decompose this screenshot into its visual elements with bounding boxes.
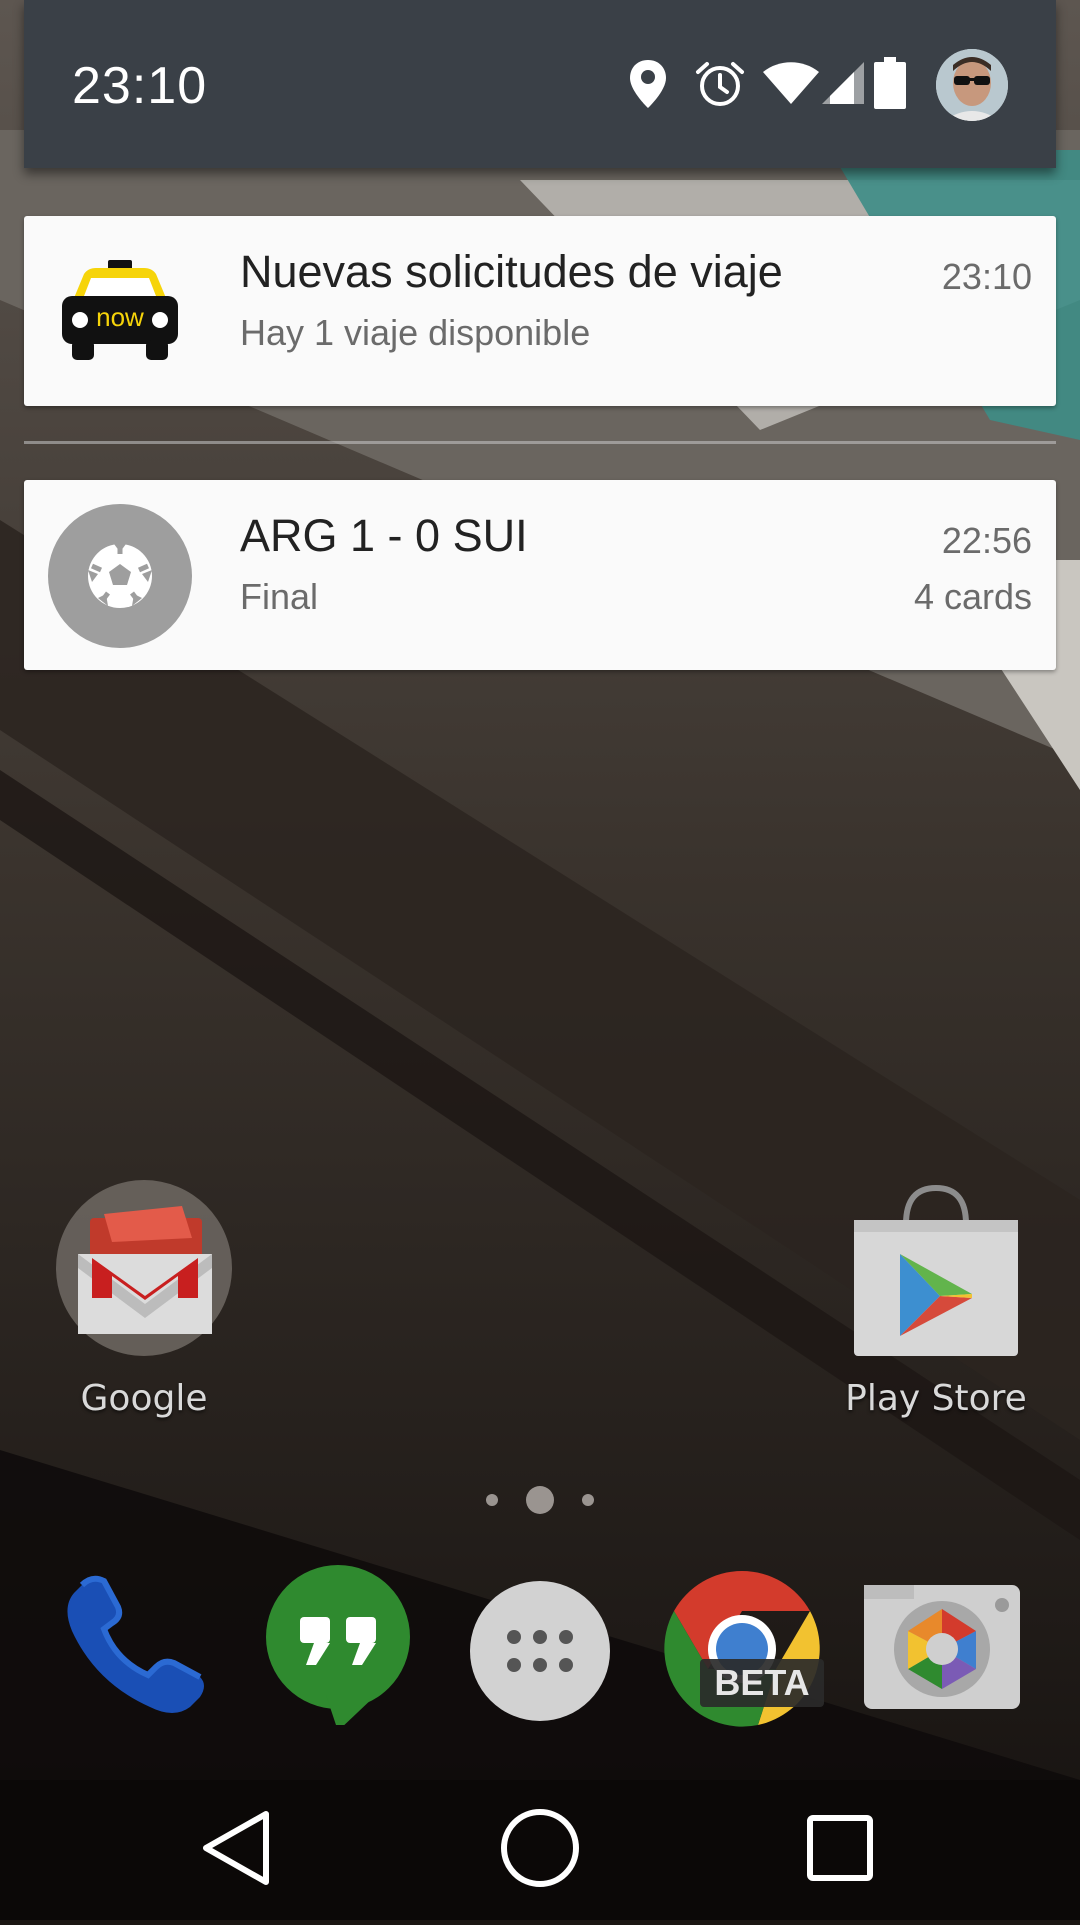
recents-button[interactable] — [770, 1780, 910, 1920]
recents-icon — [807, 1815, 873, 1881]
signal-icon — [822, 62, 864, 104]
back-button[interactable] — [168, 1780, 308, 1920]
notification-time: 23:10 — [941, 256, 1032, 297]
app-drawer-icon — [470, 1581, 610, 1721]
gmail-icon — [56, 1180, 232, 1356]
notification-match-score[interactable]: ARG 1 - 0 SUI Final 22:56 4 cards — [24, 480, 1056, 670]
home-icon — [501, 1809, 579, 1887]
alarm-icon — [696, 62, 744, 106]
beta-badge: BETA — [714, 1662, 809, 1703]
navigation-bar — [0, 1780, 1080, 1920]
play-store-label: Play Store — [845, 1378, 1027, 1419]
chrome-beta-icon: BETA — [664, 1571, 824, 1727]
back-icon — [203, 1811, 269, 1885]
page-indicator — [486, 1486, 594, 1514]
gmail-label: Google — [80, 1378, 208, 1419]
notification-divider — [24, 441, 1056, 444]
play-store-icon — [854, 1184, 1018, 1356]
notification-info: 4 cards — [913, 576, 1032, 617]
taxi-icon-text: now — [96, 302, 144, 332]
home-button[interactable] — [470, 1780, 610, 1920]
clock: 23:10 — [72, 57, 208, 115]
camera-icon — [864, 1585, 1020, 1709]
battery-icon — [874, 57, 906, 109]
notification-ride-requests[interactable]: now Nuevas solicitudes de viaje Hay 1 vi… — [24, 216, 1056, 406]
notification-title: ARG 1 - 0 SUI — [240, 510, 528, 561]
gmail-shortcut[interactable] — [52, 1178, 236, 1362]
user-avatar[interactable] — [936, 49, 1008, 121]
notification-text: Final — [240, 576, 319, 617]
notification-title: Nuevas solicitudes de viaje — [240, 246, 783, 297]
hangouts-app[interactable] — [266, 1565, 426, 1731]
phone-icon — [67, 1575, 204, 1713]
page-dot-current — [526, 1486, 554, 1514]
app-drawer-button[interactable] — [466, 1565, 626, 1725]
play-store-shortcut[interactable] — [848, 1184, 1024, 1360]
notification-time: 22:56 — [941, 520, 1032, 561]
page-dot — [582, 1494, 594, 1506]
phone-app[interactable] — [56, 1565, 216, 1725]
page-dot — [486, 1494, 498, 1506]
avatar-photo — [936, 49, 1008, 121]
notification-text: Hay 1 viaje disponible — [240, 312, 591, 353]
wifi-icon — [763, 62, 819, 104]
camera-app[interactable] — [862, 1565, 1022, 1725]
status-header: 23:10 — [24, 0, 1056, 168]
chrome-beta-app[interactable]: BETA — [660, 1565, 824, 1727]
soccer-ball-icon — [48, 504, 192, 648]
hangouts-icon — [266, 1565, 410, 1731]
taxi-now-icon: now — [48, 240, 192, 384]
location-icon — [630, 60, 666, 108]
